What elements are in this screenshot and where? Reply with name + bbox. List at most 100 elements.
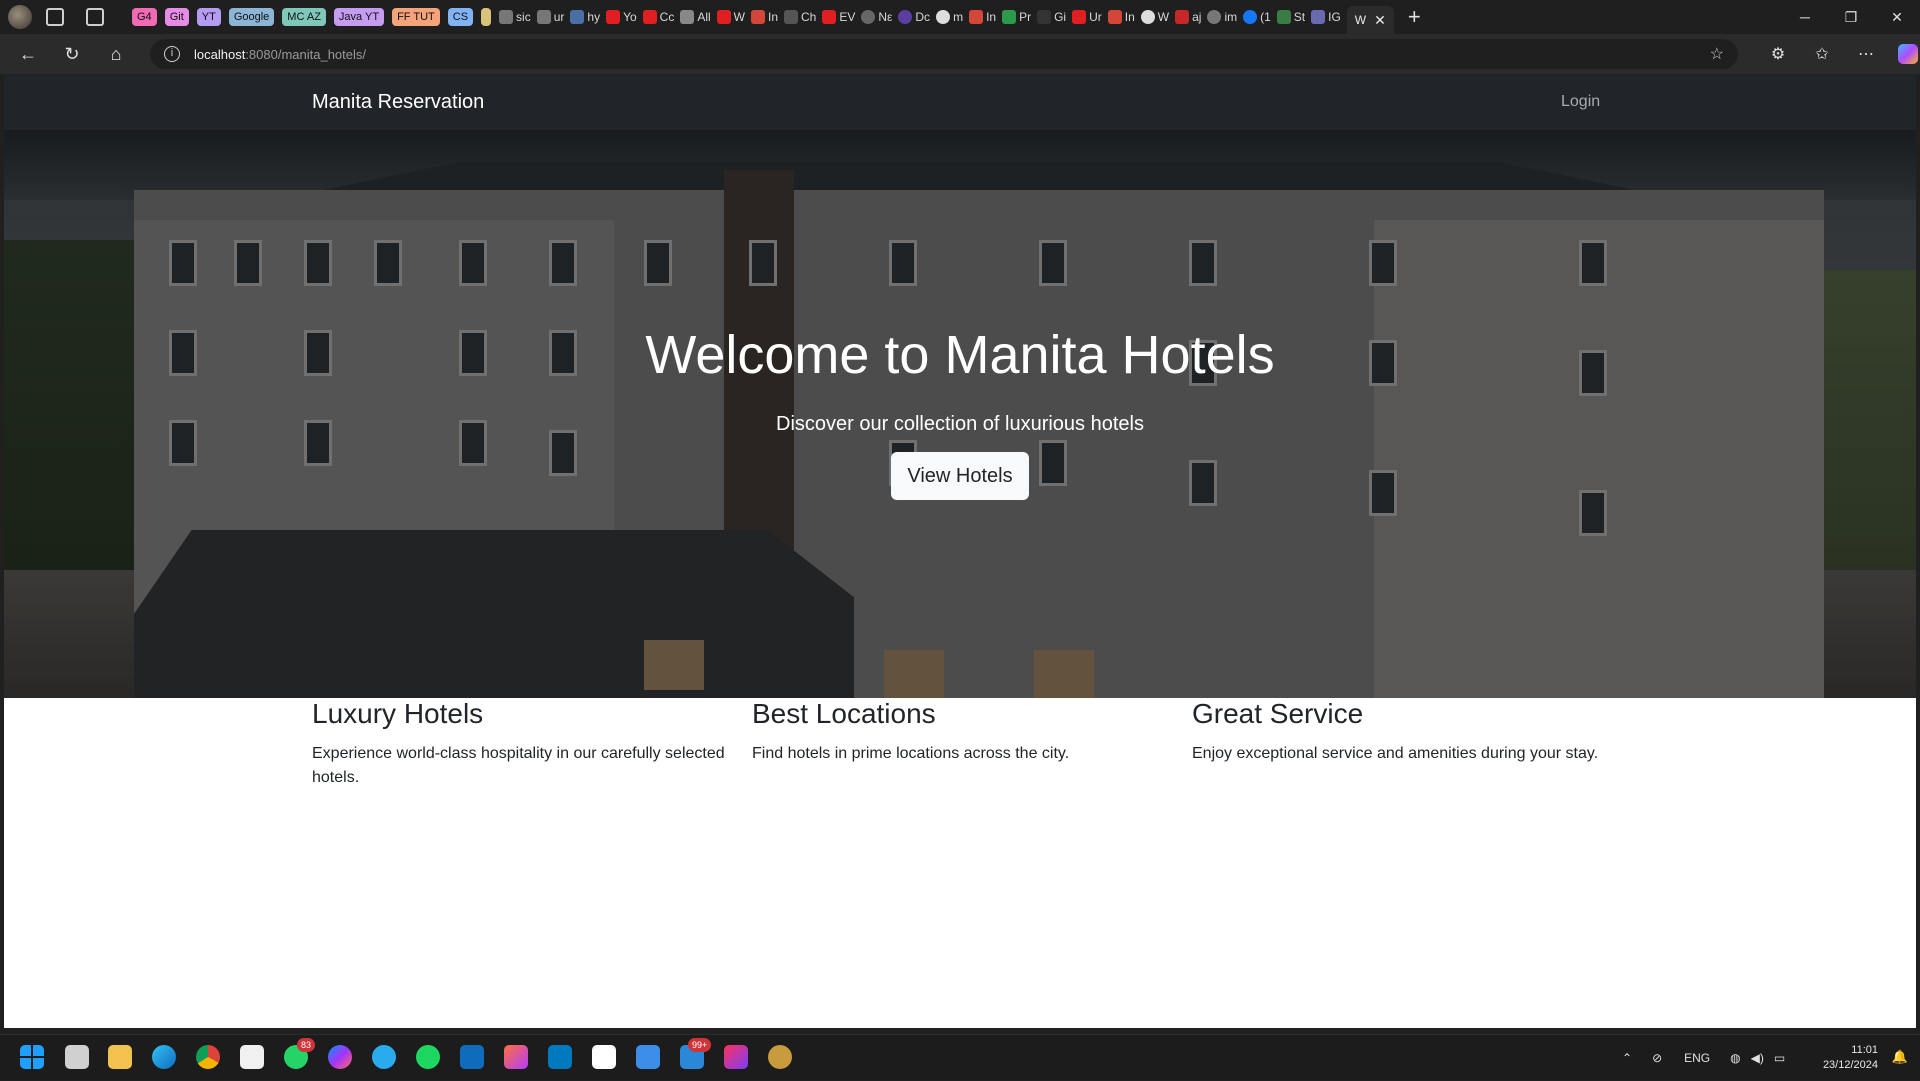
tab[interactable]: Gi xyxy=(1037,10,1066,24)
refresh-button[interactable]: ↻ xyxy=(50,44,94,65)
league-icon[interactable] xyxy=(768,1045,792,1069)
restore-button[interactable]: ❐ xyxy=(1828,0,1874,34)
window-controls: ─ ❐ ✕ xyxy=(1782,0,1920,34)
extensions-icon[interactable]: ⚙ xyxy=(1756,44,1800,64)
tab[interactable]: In xyxy=(751,10,778,24)
tab[interactable]: In xyxy=(969,10,996,24)
copilot-icon[interactable] xyxy=(1898,44,1918,64)
feature-text: Experience world-class hospitality in ou… xyxy=(312,745,725,786)
intellij-icon[interactable] xyxy=(724,1045,748,1069)
tab-title: W xyxy=(733,10,745,24)
edge-icon[interactable] xyxy=(152,1045,176,1069)
tab-group-cs[interactable]: CS xyxy=(447,8,474,26)
tab[interactable]: Ur xyxy=(1072,10,1102,24)
more-menu-icon[interactable]: ⋯ xyxy=(1844,44,1888,64)
tab[interactable]: aj xyxy=(1175,10,1201,24)
tab[interactable]: ur xyxy=(536,10,565,24)
favorites-icon[interactable]: ✩ xyxy=(1800,44,1844,64)
tab[interactable]: EV xyxy=(822,10,855,24)
tab-title: aj xyxy=(1192,10,1202,24)
tab-title: im xyxy=(1224,10,1238,24)
tab-group-ff-tut[interactable]: FF TUT xyxy=(392,8,440,26)
tab-favicon-icon xyxy=(680,10,695,24)
telegram-icon[interactable] xyxy=(372,1045,396,1069)
tab[interactable]: In xyxy=(1107,10,1135,24)
volume-icon[interactable]: ◀) xyxy=(1751,1051,1764,1065)
tab[interactable]: Ch xyxy=(784,10,816,24)
file-explorer-icon[interactable] xyxy=(108,1045,132,1069)
browser-tab-bar: G4 Git YT Google MC AZ Java YT FF TUT CS… xyxy=(0,0,1920,34)
spotify-icon[interactable] xyxy=(416,1045,440,1069)
clock[interactable]: 11:01 23/12/2024 xyxy=(1823,1043,1878,1073)
tab[interactable]: St xyxy=(1276,10,1305,24)
network-off-icon[interactable]: ⊘ xyxy=(1652,1051,1662,1065)
login-link[interactable]: Login xyxy=(1561,93,1600,111)
tab-group-collapsed[interactable] xyxy=(481,8,492,26)
navbar-brand[interactable]: Manita Reservation xyxy=(312,91,484,114)
tab-group-java-yt[interactable]: Java YT xyxy=(333,8,385,26)
whatsapp-badge: 83 xyxy=(297,1038,316,1052)
active-tab-title: W xyxy=(1354,13,1367,27)
address-bar[interactable]: i localhost :8080/manita_hotels/ ☆ xyxy=(150,39,1738,69)
tab[interactable]: Nε xyxy=(861,10,892,24)
hero-content: Welcome to Manita Hotels Discover our co… xyxy=(4,130,1916,698)
tab[interactable]: IG xyxy=(1311,10,1341,24)
mail-badge: 99+ xyxy=(688,1038,712,1052)
tab-group-yt[interactable]: YT xyxy=(196,8,221,26)
back-button[interactable]: ← xyxy=(6,44,50,65)
gmail-icon xyxy=(1107,10,1122,24)
show-hidden-icons-icon[interactable]: ⌃ xyxy=(1622,1051,1632,1065)
tab-group-git[interactable]: Git xyxy=(164,8,189,26)
tab[interactable]: Yo xyxy=(606,10,637,24)
url-host: localhost xyxy=(194,46,246,62)
active-tab[interactable]: W ✕ xyxy=(1346,6,1394,34)
profile-avatar[interactable] xyxy=(8,5,32,29)
notepad-icon[interactable] xyxy=(636,1045,660,1069)
microsoft-store-icon[interactable] xyxy=(240,1045,264,1069)
close-tab-icon[interactable]: ✕ xyxy=(1374,12,1386,29)
tab-actions-icon[interactable] xyxy=(86,8,104,26)
language-indicator[interactable]: ENG xyxy=(1684,1051,1710,1065)
tab[interactable]: W xyxy=(716,10,745,24)
messenger-icon[interactable] xyxy=(328,1045,352,1069)
tab[interactable]: Pr xyxy=(1002,10,1031,24)
tab-title: Dc xyxy=(915,10,931,24)
git-client-icon[interactable] xyxy=(504,1045,528,1069)
notification-bell-icon[interactable]: 🔔 xyxy=(1892,1049,1908,1065)
outlook-icon[interactable] xyxy=(460,1045,484,1069)
tab-title: IG xyxy=(1328,10,1341,24)
favorite-star-icon[interactable]: ☆ xyxy=(1710,44,1724,64)
minimize-button[interactable]: ─ xyxy=(1782,0,1828,34)
workspaces-icon[interactable] xyxy=(46,8,64,26)
tab[interactable]: W xyxy=(1140,10,1169,24)
globe-icon[interactable]: ◍ xyxy=(1730,1051,1740,1065)
battery-icon[interactable]: ▭ xyxy=(1774,1051,1785,1065)
tab-group-mc-az[interactable]: MC AZ xyxy=(282,8,326,26)
tab[interactable]: All xyxy=(680,10,711,24)
notion-icon[interactable] xyxy=(592,1045,616,1069)
tab-group-google[interactable]: Google xyxy=(228,8,275,26)
tab[interactable]: m xyxy=(936,10,963,24)
tab[interactable]: Cc xyxy=(642,10,674,24)
tab-title: Gi xyxy=(1054,10,1067,24)
tab[interactable]: (1 xyxy=(1243,10,1271,24)
tab[interactable]: im xyxy=(1207,10,1237,24)
new-tab-button[interactable]: + xyxy=(1408,4,1421,30)
tab-favicon-icon xyxy=(1311,10,1326,24)
tab[interactable]: hy xyxy=(570,10,600,24)
home-button[interactable]: ⌂ xyxy=(94,44,138,65)
tab-title: ur xyxy=(553,10,565,24)
tab-favicon-icon xyxy=(784,10,799,24)
tab-group-g4[interactable]: G4 xyxy=(132,8,157,26)
close-window-button[interactable]: ✕ xyxy=(1874,0,1920,34)
tab[interactable]: Dc xyxy=(898,10,930,24)
view-hotels-button[interactable]: View Hotels xyxy=(891,452,1029,500)
site-info-icon[interactable]: i xyxy=(164,46,180,62)
task-view-icon[interactable] xyxy=(65,1045,89,1069)
start-button[interactable] xyxy=(20,1045,44,1069)
clock-date: 23/12/2024 xyxy=(1822,1059,1878,1071)
chrome-icon[interactable] xyxy=(196,1045,220,1069)
tab-title: EV xyxy=(839,10,856,24)
trello-icon[interactable] xyxy=(548,1045,572,1069)
tab[interactable]: sic xyxy=(499,10,531,24)
